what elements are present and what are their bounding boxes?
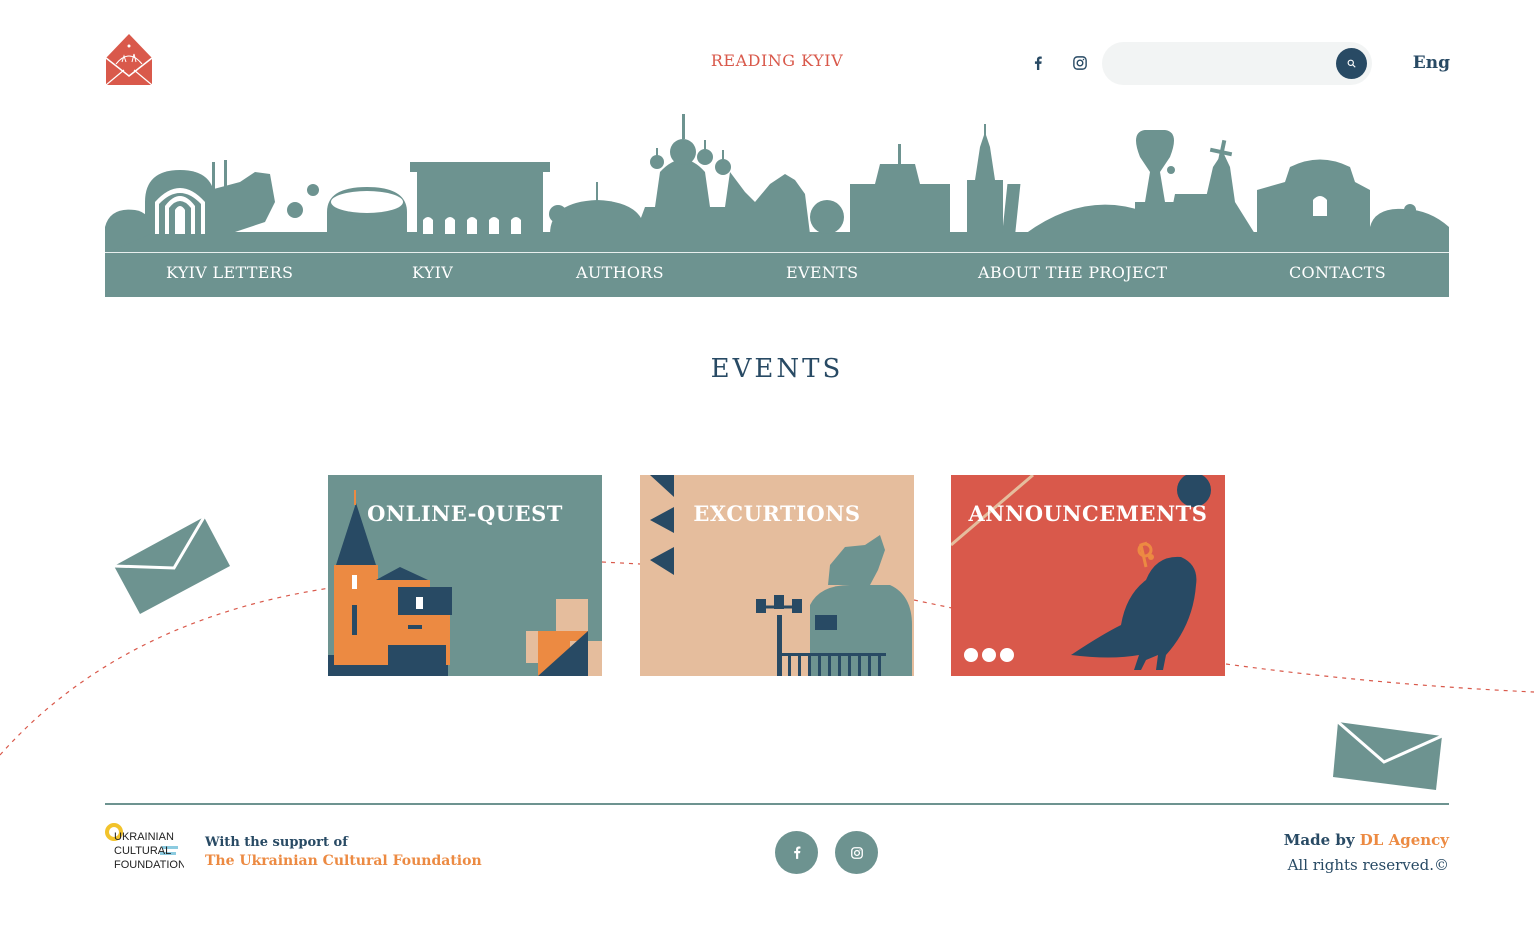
ucf-logo-line-1: UKRAINIAN [114, 831, 174, 843]
support-label: With the support of [205, 835, 348, 850]
search-icon [1347, 59, 1356, 68]
event-card-online-quest[interactable]: ONLINE-QUEST [328, 475, 602, 676]
kyiv-skyline-illustration [105, 114, 1449, 254]
card-title: EXCURTIONS [693, 501, 861, 526]
agency-link[interactable]: DL Agency [1360, 831, 1449, 849]
footer-divider [105, 803, 1449, 805]
made-by: Made by DL Agency [1284, 831, 1449, 849]
footer-instagram-link[interactable] [835, 831, 878, 874]
instagram-icon [1073, 56, 1087, 70]
search-button[interactable] [1336, 48, 1367, 79]
language-switcher[interactable]: Eng [1400, 53, 1450, 73]
facebook-link[interactable] [1028, 53, 1048, 73]
nav-item-about[interactable]: ABOUT THE PROJECT [978, 263, 1167, 282]
card-title: ANNOUNCEMENTS [968, 501, 1208, 526]
nav-item-kyiv[interactable]: KYIV [412, 263, 453, 282]
main-nav: KYIV LETTERS KYIV AUTHORS EVENTS ABOUT T… [105, 252, 1449, 297]
event-card-announcements[interactable]: ANNOUNCEMENTS [951, 475, 1225, 676]
envelope-left-icon [113, 516, 230, 614]
nav-item-events[interactable]: EVENTS [786, 263, 858, 282]
facebook-icon [793, 846, 800, 859]
search-box [1102, 42, 1372, 85]
instagram-link[interactable] [1070, 53, 1090, 73]
card-title: ONLINE-QUEST [367, 501, 563, 526]
envelope-right-icon [1333, 720, 1443, 790]
site-title[interactable]: READING KYIV [660, 51, 894, 70]
footer-facebook-link[interactable] [775, 831, 818, 874]
event-card-excursions[interactable]: EXCURTIONS [640, 475, 914, 676]
search-input[interactable] [1120, 52, 1324, 76]
made-by-label: Made by [1283, 831, 1355, 849]
ucf-logo-line-2: CULTURAL [114, 845, 171, 857]
logo-envelope-icon [105, 34, 153, 86]
support-org-link[interactable]: The Ukrainian Cultural Foundation [205, 853, 482, 869]
facebook-icon [1034, 56, 1042, 70]
instagram-icon [850, 846, 863, 859]
ucf-logo-line-3: FOUNDATION [114, 859, 184, 871]
site-logo[interactable] [104, 32, 154, 86]
ukrainian-cultural-foundation-logo[interactable]: UKRAINIAN CULTURAL FOUNDATION [104, 822, 186, 874]
nav-item-contacts[interactable]: CONTACTS [1289, 263, 1386, 282]
nav-item-kyiv-letters[interactable]: KYIV LETTERS [166, 263, 293, 282]
page-title: EVENTS [710, 354, 844, 384]
copyright-text: All rights reserved.© [1287, 856, 1449, 874]
nav-item-authors[interactable]: AUTHORS [576, 263, 664, 282]
